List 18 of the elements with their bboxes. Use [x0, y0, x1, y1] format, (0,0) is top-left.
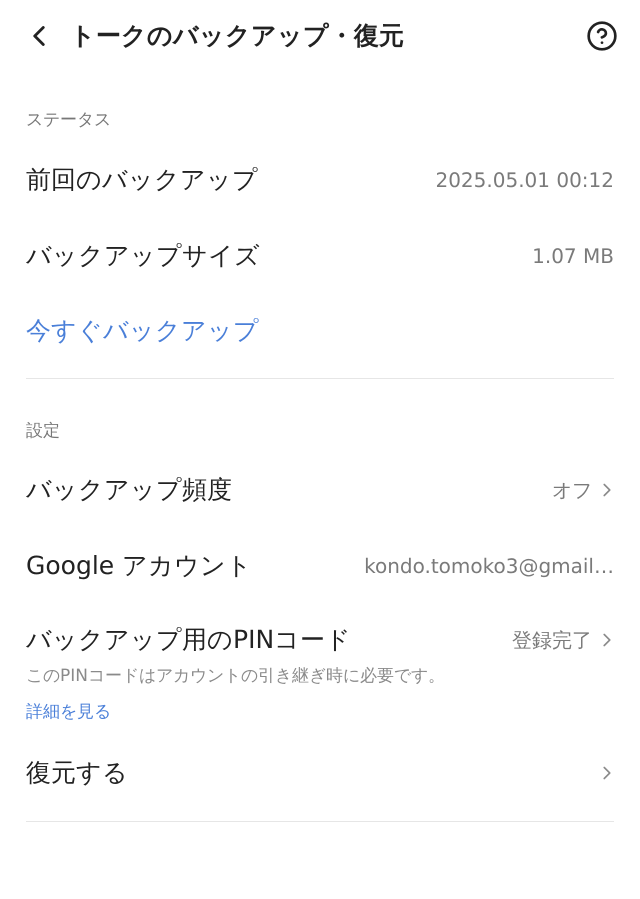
setting-label: 前回のバックアップ	[26, 164, 258, 196]
setting-label: バックアップ頻度	[26, 474, 232, 506]
help-icon[interactable]	[586, 20, 618, 52]
setting-label: バックアップサイズ	[26, 240, 260, 272]
section-header: ステータス	[26, 109, 112, 132]
setting-label: 復元する	[26, 757, 128, 790]
setting-value: kondo.tomoko3@gmail…	[364, 553, 614, 580]
setting-label: Google アカウント	[26, 550, 252, 582]
details-link[interactable]: 詳細を見る	[26, 700, 614, 725]
setting-note: このPINコードはアカウントの引き継ぎ時に必要です。	[26, 665, 446, 688]
setting-value: 登録完了	[512, 627, 592, 654]
setting-value: オフ	[552, 477, 592, 504]
section-header: 設定	[26, 420, 61, 442]
page-title: トークのバックアップ・復元	[70, 20, 405, 52]
setting-value: 2025.05.01 00:12	[435, 166, 614, 194]
setting-value: 1.07 MB	[532, 242, 614, 270]
setting-label: バックアップ用のPINコード	[26, 624, 352, 656]
backup-now-link[interactable]: 今すぐバックアップ	[26, 312, 259, 350]
